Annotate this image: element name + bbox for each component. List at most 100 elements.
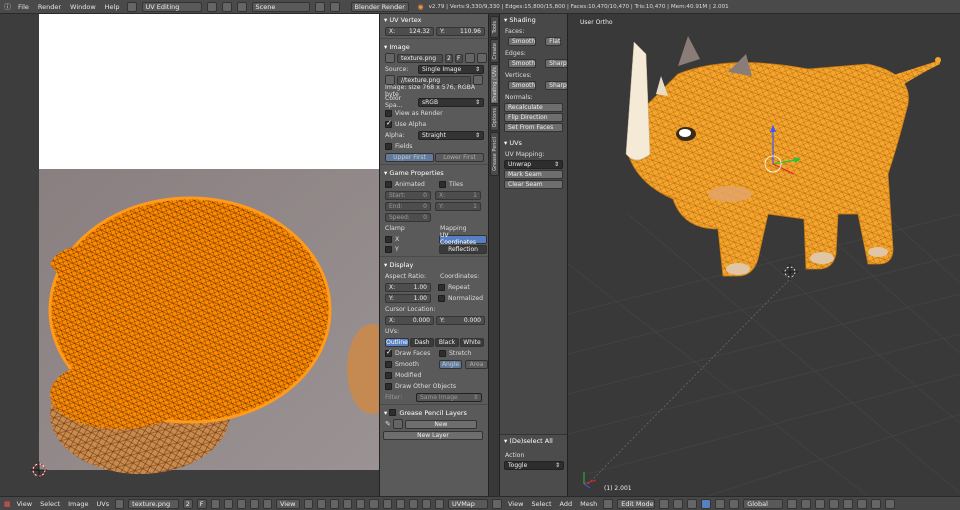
mark-seam-button[interactable]: Mark Seam (504, 170, 563, 179)
uv-menu-select[interactable]: Select (38, 500, 62, 508)
3d-viewport[interactable]: User Ortho (1) 2.001 (567, 14, 960, 496)
remove-screen-icon[interactable] (221, 1, 232, 12)
uv-display-white-button[interactable]: White (460, 337, 484, 347)
add-screen-icon[interactable] (206, 1, 217, 12)
image-browse-icon[interactable] (385, 53, 395, 63)
island-select-icon[interactable] (369, 498, 379, 509)
grease-pencil-layers-header[interactable]: ▾ Grease Pencil Layers (380, 407, 488, 418)
editor-type-uv-icon[interactable]: ▦ (4, 500, 11, 508)
uvmap-icon[interactable] (434, 498, 444, 509)
scale-manipulator-icon[interactable] (729, 498, 740, 509)
edges-smooth-button[interactable]: Smooth (508, 59, 537, 68)
cursor-y-field[interactable]: Y: 0.000 (436, 315, 485, 325)
tab-create[interactable]: Create (490, 39, 499, 63)
pin-image-icon[interactable] (249, 498, 259, 509)
operator-panel-header[interactable]: ▾ (De)select All (500, 435, 567, 446)
lower-first-button[interactable]: Lower First (435, 152, 484, 162)
clear-seam-button[interactable]: Clear Seam (504, 180, 563, 189)
recalculate-normals-button[interactable]: Recalculate (504, 103, 563, 112)
uv-display-outline-button[interactable]: Outline (385, 337, 409, 347)
action-select[interactable]: Toggle ⇕ (504, 461, 564, 470)
image-unlink-icon[interactable] (236, 498, 246, 509)
color-space-select[interactable]: sRGB ⇕ (418, 97, 484, 107)
manipulator-toggle-icon[interactable] (687, 498, 698, 509)
sticky-select-icon[interactable] (382, 498, 392, 509)
new-grease-pencil-button[interactable]: New (404, 419, 477, 429)
snap-icon[interactable] (408, 498, 418, 509)
tiles-checkbox[interactable] (439, 180, 446, 188)
image-panel-header[interactable]: ▾ Image (380, 41, 488, 52)
view-mode-icon[interactable] (262, 498, 272, 509)
anim-speed-field[interactable]: Speed: 0 (385, 212, 431, 222)
use-alpha-checkbox[interactable] (385, 119, 392, 128)
proportional-editing-icon[interactable] (843, 498, 854, 509)
reflection-button[interactable]: Reflection (439, 244, 487, 254)
filter-select[interactable]: Same Image ⇕ (416, 392, 482, 402)
anim-end-field[interactable]: End: 0 (385, 201, 431, 211)
edges-sharp-button[interactable]: Sharp (545, 59, 567, 68)
animated-checkbox[interactable] (385, 180, 392, 188)
viewport-canvas[interactable] (568, 14, 960, 496)
sync-selection-icon[interactable] (317, 498, 327, 509)
vertices-sharp-button[interactable]: Sharp (545, 81, 567, 90)
display-panel-header[interactable]: ▾ Display (380, 259, 488, 270)
uvs-panel-header[interactable]: ▾ UVs (500, 137, 567, 148)
pivot-point-icon[interactable] (673, 498, 684, 509)
view3d-menu-add[interactable]: Add (558, 500, 575, 508)
normalized-checkbox[interactable] (438, 294, 445, 302)
shading-panel-header[interactable]: ▾ Shading (500, 14, 567, 25)
clamp-y-checkbox[interactable] (385, 245, 392, 253)
screen-layout-icon[interactable] (126, 1, 137, 12)
editor-type-3d-icon[interactable] (492, 498, 502, 509)
uv-display-black-button[interactable]: Black (435, 337, 459, 347)
flip-direction-button[interactable]: Flip Direction (504, 113, 563, 122)
snap-toggle-icon[interactable] (857, 498, 868, 509)
fields-checkbox[interactable] (385, 142, 392, 150)
mode-icon[interactable] (603, 498, 614, 509)
tab-tools[interactable]: Tools (490, 16, 499, 38)
uv-menu-view[interactable]: View (15, 500, 34, 508)
upper-first-button[interactable]: Upper First (385, 152, 434, 162)
tab-grease-pencil[interactable]: Grease Pencil (490, 132, 499, 176)
uv-menu-uvs[interactable]: UVs (94, 500, 111, 508)
face-select-icon[interactable] (356, 498, 366, 509)
uvmap-select[interactable]: UVMap (447, 498, 488, 509)
image-new-icon[interactable] (210, 498, 220, 509)
edge-select-mode-icon[interactable] (801, 498, 812, 509)
render-engine-select[interactable]: Blender Render (350, 1, 409, 12)
3d-cursor-icon[interactable] (782, 264, 798, 280)
set-from-faces-button[interactable]: Set From Faces (504, 123, 563, 132)
image-open-icon[interactable] (223, 498, 233, 509)
stretch-area-button[interactable]: Area (465, 359, 488, 369)
vertices-smooth-button[interactable]: Smooth (508, 81, 537, 90)
uv-canvas[interactable] (0, 14, 379, 496)
modified-checkbox[interactable] (385, 371, 392, 379)
stretch-checkbox[interactable] (439, 349, 446, 357)
screen-layout-field[interactable]: UV Editing (141, 1, 202, 12)
unwrap-menu[interactable]: Unwrap ⇕ (504, 160, 563, 169)
image-new-icon[interactable] (465, 53, 475, 63)
uv-image-fake-user[interactable]: F (196, 498, 207, 509)
grease-pencil-checkbox[interactable] (389, 409, 397, 416)
view-as-render-checkbox[interactable] (385, 109, 392, 117)
translate-manipulator-icon[interactable] (701, 498, 712, 509)
menu-file[interactable]: File (16, 3, 31, 11)
grease-pencil-browse-icon[interactable] (392, 419, 403, 429)
menu-render[interactable]: Render (36, 3, 63, 11)
alpha-mode-select[interactable]: Straight ⇕ (418, 130, 484, 140)
uv-coordinates-button[interactable]: UV Coordinates (439, 232, 487, 246)
image-source-select[interactable]: Single Image ⇕ (418, 64, 484, 74)
anim-start-field[interactable]: Start: 0 (385, 190, 431, 200)
view3d-menu-select[interactable]: Select (529, 500, 553, 508)
draw-other-objects-checkbox[interactable] (385, 382, 392, 390)
tiles-y-field[interactable]: Y: 1 (435, 201, 481, 211)
vertex-select-icon[interactable] (330, 498, 340, 509)
view3d-menu-mesh[interactable]: Mesh (578, 500, 599, 508)
stretch-angle-button[interactable]: Angle (439, 359, 462, 369)
edge-select-icon[interactable] (343, 498, 353, 509)
tab-shading-uvs[interactable]: Shading / UVs (490, 64, 499, 104)
occlude-geometry-icon[interactable] (829, 498, 840, 509)
image-unlink-icon[interactable] (477, 53, 487, 63)
uv-menu-image[interactable]: Image (66, 500, 90, 508)
add-scene-icon[interactable] (314, 1, 325, 12)
